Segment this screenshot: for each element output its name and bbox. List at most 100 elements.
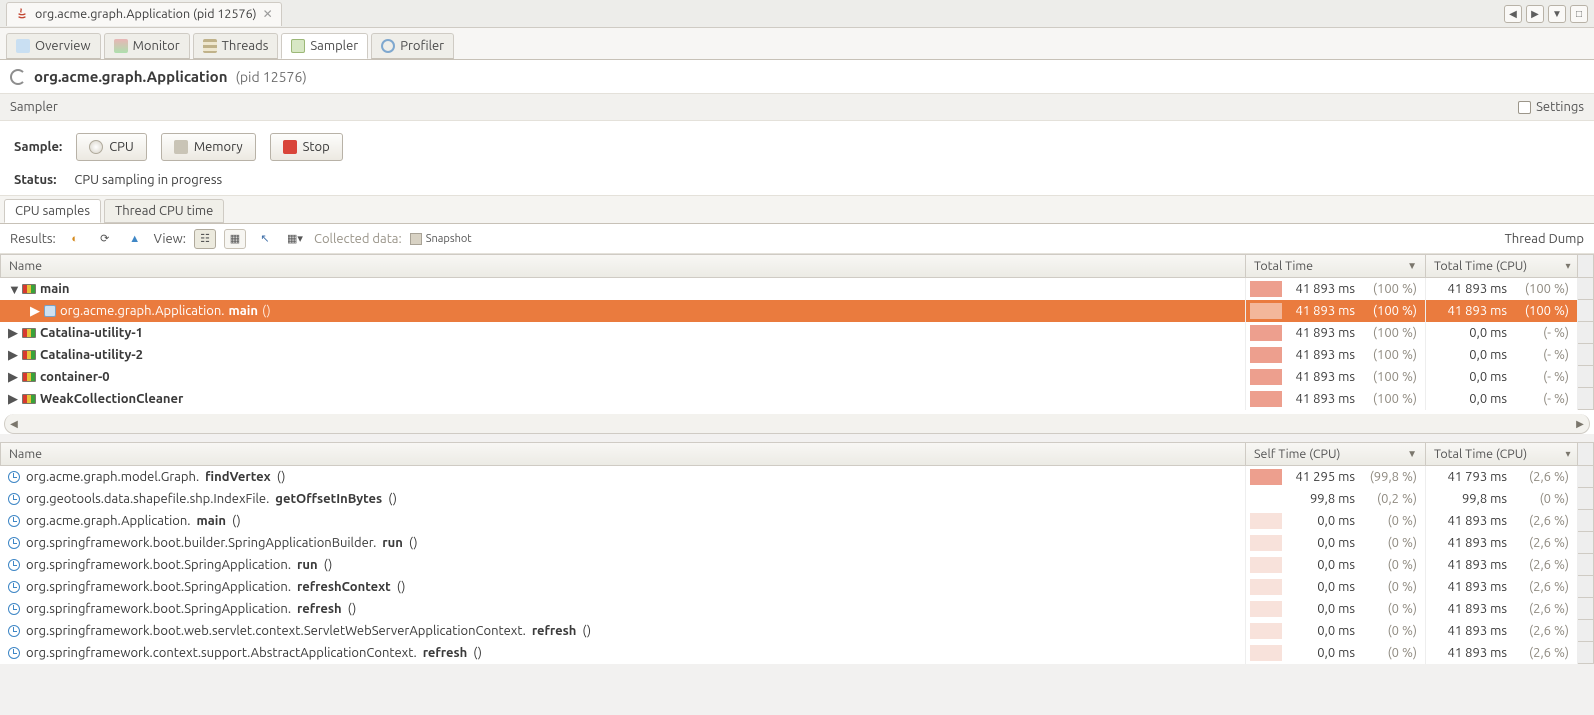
thread-dump-button[interactable]: Thread Dump — [1505, 232, 1584, 246]
refresh-icon[interactable]: ⟳ — [94, 229, 116, 249]
scroll-gutter — [1578, 620, 1594, 642]
table-row[interactable]: org.springframework.boot.SpringApplicati… — [0, 576, 1594, 598]
bar-icon — [1250, 645, 1282, 661]
view-table-button[interactable]: ▦ — [224, 229, 246, 249]
table-row[interactable]: org.springframework.boot.web.servlet.con… — [0, 620, 1594, 642]
table-row[interactable]: org.acme.graph.model.Graph.findVertex ()… — [0, 466, 1594, 488]
scroll-left-icon[interactable]: ◀ — [5, 414, 23, 433]
clock-icon — [8, 515, 20, 527]
subtab-cpu-samples[interactable]: CPU samples — [4, 199, 101, 223]
document-tab[interactable]: org.acme.graph.Application (pid 12576) ✕ — [6, 2, 282, 26]
total-time-pct: (2,6 %) — [1517, 624, 1569, 638]
filter-icon[interactable]: ▦▾ — [284, 229, 306, 249]
tree-toggle-icon[interactable]: ▶ — [8, 370, 18, 385]
method-icon — [44, 305, 56, 317]
table-row[interactable]: org.springframework.boot.builder.SpringA… — [0, 532, 1594, 554]
col-total-cpu-header[interactable]: Total Time (CPU)▾ — [1426, 254, 1578, 278]
tree-toggle-icon[interactable]: ▶ — [8, 326, 18, 341]
tab-label: Overview — [35, 39, 91, 53]
total-time-value: 41 893 ms — [1448, 536, 1507, 550]
total-time-pct: (2,6 %) — [1517, 602, 1569, 616]
section-tabbar: Overview Monitor Threads Sampler Profile… — [0, 28, 1594, 60]
method-args: () — [388, 492, 397, 506]
total-time-value: 41 893 ms — [1448, 602, 1507, 616]
hotspots-table: Name Self Time (CPU)▼ Total Time (CPU)▾ … — [0, 442, 1594, 664]
self-time-pct: (99,8 %) — [1365, 470, 1417, 484]
dropdown-button[interactable]: ▼ — [1548, 5, 1566, 23]
hotspots-header-row: Name Self Time (CPU)▼ Total Time (CPU)▾ — [0, 442, 1594, 466]
self-time-value: 41 295 ms — [1296, 470, 1355, 484]
delta-icon[interactable]: ▲ — [124, 229, 146, 249]
col-name-header[interactable]: Name — [0, 442, 1246, 466]
refresh-icon[interactable] — [10, 69, 26, 85]
tree-toggle-icon[interactable]: ▼ — [8, 282, 18, 297]
close-icon[interactable]: ✕ — [263, 7, 273, 21]
tab-monitor[interactable]: Monitor — [104, 33, 190, 59]
controls-panel: Sample: CPU Memory Stop Status: CPU samp… — [0, 121, 1594, 196]
table-row[interactable]: ▶org.acme.graph.Application.main ()41 89… — [0, 300, 1594, 322]
snapshot-button[interactable]: Snapshot — [410, 229, 472, 249]
total-time-value: 41 893 ms — [1296, 392, 1355, 406]
method-name: main — [196, 514, 225, 528]
checkbox-icon — [1518, 101, 1531, 114]
memory-button[interactable]: Memory — [161, 133, 256, 161]
bar-icon — [1250, 557, 1282, 573]
method-args: () — [409, 536, 418, 550]
col-total-cpu-header[interactable]: Total Time (CPU)▾ — [1426, 442, 1578, 466]
horizontal-scrollbar[interactable]: ◀ ▶ — [4, 414, 1590, 434]
cpu-button[interactable]: CPU — [76, 133, 147, 161]
table-row[interactable]: ▶WeakCollectionCleaner41 893 ms(100 %)0,… — [0, 388, 1594, 410]
method-name: WeakCollectionCleaner — [40, 392, 183, 406]
column-menu-icon[interactable]: ▾ — [1561, 260, 1575, 272]
sampler-subheader: Sampler Settings — [0, 93, 1594, 121]
tab-profiler[interactable]: Profiler — [371, 33, 454, 59]
tree-toggle-icon[interactable]: ▶ — [30, 304, 40, 319]
window-controls: ◀ ▶ ▼ □ — [1504, 5, 1588, 23]
col-total-time-header[interactable]: Total Time▼ — [1246, 254, 1426, 278]
snapshot-icon — [410, 233, 422, 245]
cpu-icon — [89, 140, 103, 154]
maximize-button[interactable]: □ — [1570, 5, 1588, 23]
cpu-time-value: 41 893 ms — [1448, 282, 1507, 296]
sampler-icon — [291, 39, 305, 53]
col-self-time-header[interactable]: Self Time (CPU)▼ — [1246, 442, 1426, 466]
self-time-pct: (0 %) — [1365, 646, 1417, 660]
tab-overview[interactable]: Overview — [6, 33, 101, 59]
table-row[interactable]: ▶Catalina-utility-141 893 ms(100 %)0,0 m… — [0, 322, 1594, 344]
tree-toggle-icon[interactable]: ▶ — [8, 392, 18, 407]
sort-desc-icon: ▼ — [1407, 260, 1417, 272]
vertical-scrollbar[interactable] — [1578, 254, 1594, 278]
method-name: refreshContext — [297, 580, 391, 594]
table-row[interactable]: org.springframework.boot.SpringApplicati… — [0, 554, 1594, 576]
scroll-gutter — [1578, 366, 1594, 388]
tab-threads[interactable]: Threads — [193, 33, 279, 59]
col-name-header[interactable]: Name — [0, 254, 1246, 278]
cursor-icon[interactable]: ↖ — [254, 229, 276, 249]
nav-prev-button[interactable]: ◀ — [1504, 5, 1522, 23]
self-time-pct: (0,2 %) — [1365, 492, 1417, 506]
vertical-scrollbar[interactable] — [1578, 442, 1594, 466]
stop-button[interactable]: Stop — [270, 133, 343, 161]
pause-icon[interactable]: ◐ — [64, 229, 86, 249]
table-row[interactable]: org.acme.graph.Application.main ()0,0 ms… — [0, 510, 1594, 532]
method-args: () — [324, 558, 333, 572]
table-row[interactable]: ▶container-041 893 ms(100 %)0,0 ms(- %) — [0, 366, 1594, 388]
column-menu-icon[interactable]: ▾ — [1561, 448, 1575, 460]
tab-sampler[interactable]: Sampler — [281, 33, 368, 59]
scroll-right-icon[interactable]: ▶ — [1571, 414, 1589, 433]
nav-next-button[interactable]: ▶ — [1526, 5, 1544, 23]
method-name: run — [297, 558, 318, 572]
bar-icon — [1250, 623, 1282, 639]
subtab-thread-cpu-time[interactable]: Thread CPU time — [104, 199, 224, 223]
table-row[interactable]: org.springframework.context.support.Abst… — [0, 642, 1594, 664]
settings-toggle[interactable]: Settings — [1518, 100, 1584, 114]
table-row[interactable]: org.springframework.boot.SpringApplicati… — [0, 598, 1594, 620]
table-row[interactable]: ▶Catalina-utility-241 893 ms(100 %)0,0 m… — [0, 344, 1594, 366]
table-row[interactable]: org.geotools.data.shapefile.shp.IndexFil… — [0, 488, 1594, 510]
cpu-time-pct: (- %) — [1517, 392, 1569, 406]
view-tree-button[interactable]: ☷ — [194, 229, 216, 249]
cpu-time-pct: (100 %) — [1517, 304, 1569, 318]
table-row[interactable]: ▼main41 893 ms(100 %)41 893 ms(100 %) — [0, 278, 1594, 300]
cpu-time-pct: (- %) — [1517, 326, 1569, 340]
tree-toggle-icon[interactable]: ▶ — [8, 348, 18, 363]
